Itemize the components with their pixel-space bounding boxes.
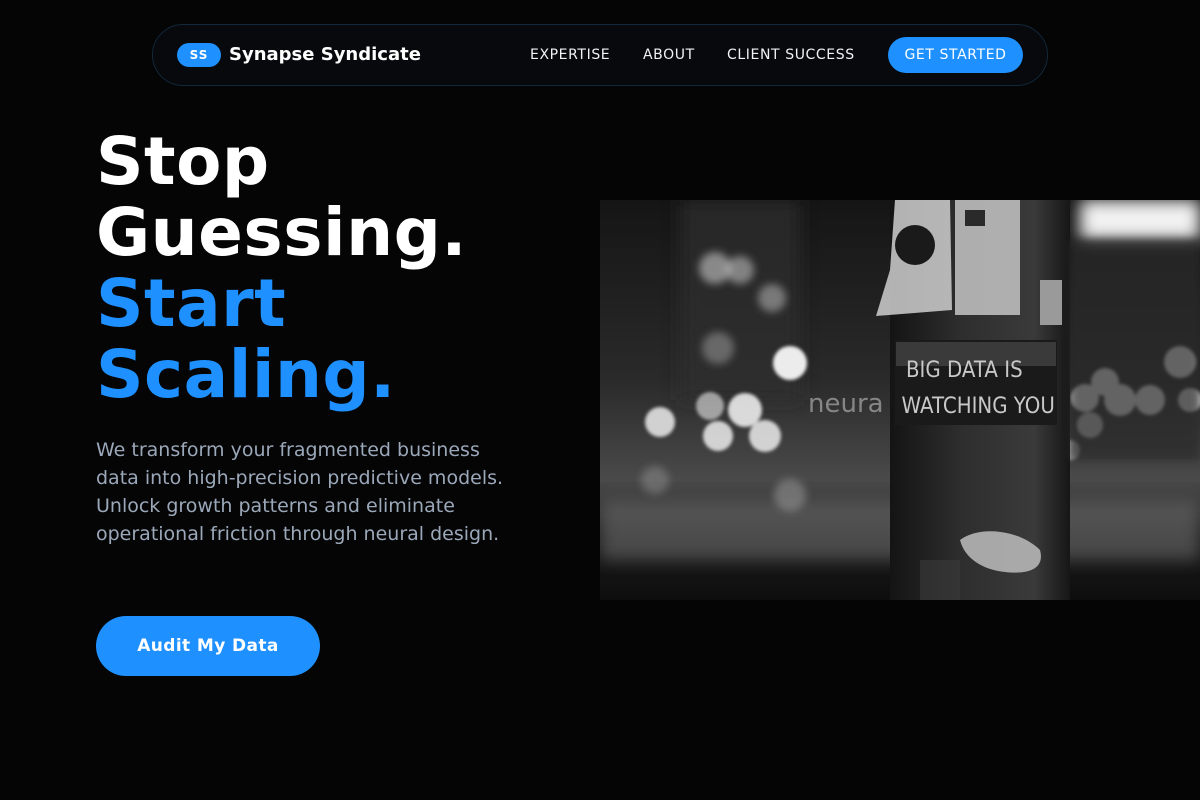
headline-line-2: Guessing. [96,194,467,271]
logo-badge[interactable]: SS [177,43,221,67]
hero-subtitle: We transform your fragmented business da… [96,439,504,545]
nav-link-expertise[interactable]: EXPERTISE [530,46,610,64]
hero-headline: Stop Guessing. Start Scaling. [96,126,467,410]
audit-my-data-button[interactable]: Audit My Data [96,616,320,676]
get-started-button[interactable]: GET STARTED [888,37,1023,73]
headline-line-4: Scaling. [96,336,396,413]
nav-link-about[interactable]: ABOUT [643,46,695,64]
overlay-watermark: neura [808,389,884,419]
hero-image: BIG DATA IS WATCHING YOU neura [600,200,1200,600]
headline-line-1: Stop [96,123,270,200]
street-pole-photo: BIG DATA IS WATCHING YOU neura [600,200,1200,600]
nav-link-client-success[interactable]: CLIENT SUCCESS [727,46,855,64]
headline-line-3: Start [96,265,287,342]
brand-name[interactable]: Synapse Syndicate [229,42,421,68]
top-navbar: SS Synapse Syndicate EXPERTISE ABOUT CLI… [152,24,1048,86]
